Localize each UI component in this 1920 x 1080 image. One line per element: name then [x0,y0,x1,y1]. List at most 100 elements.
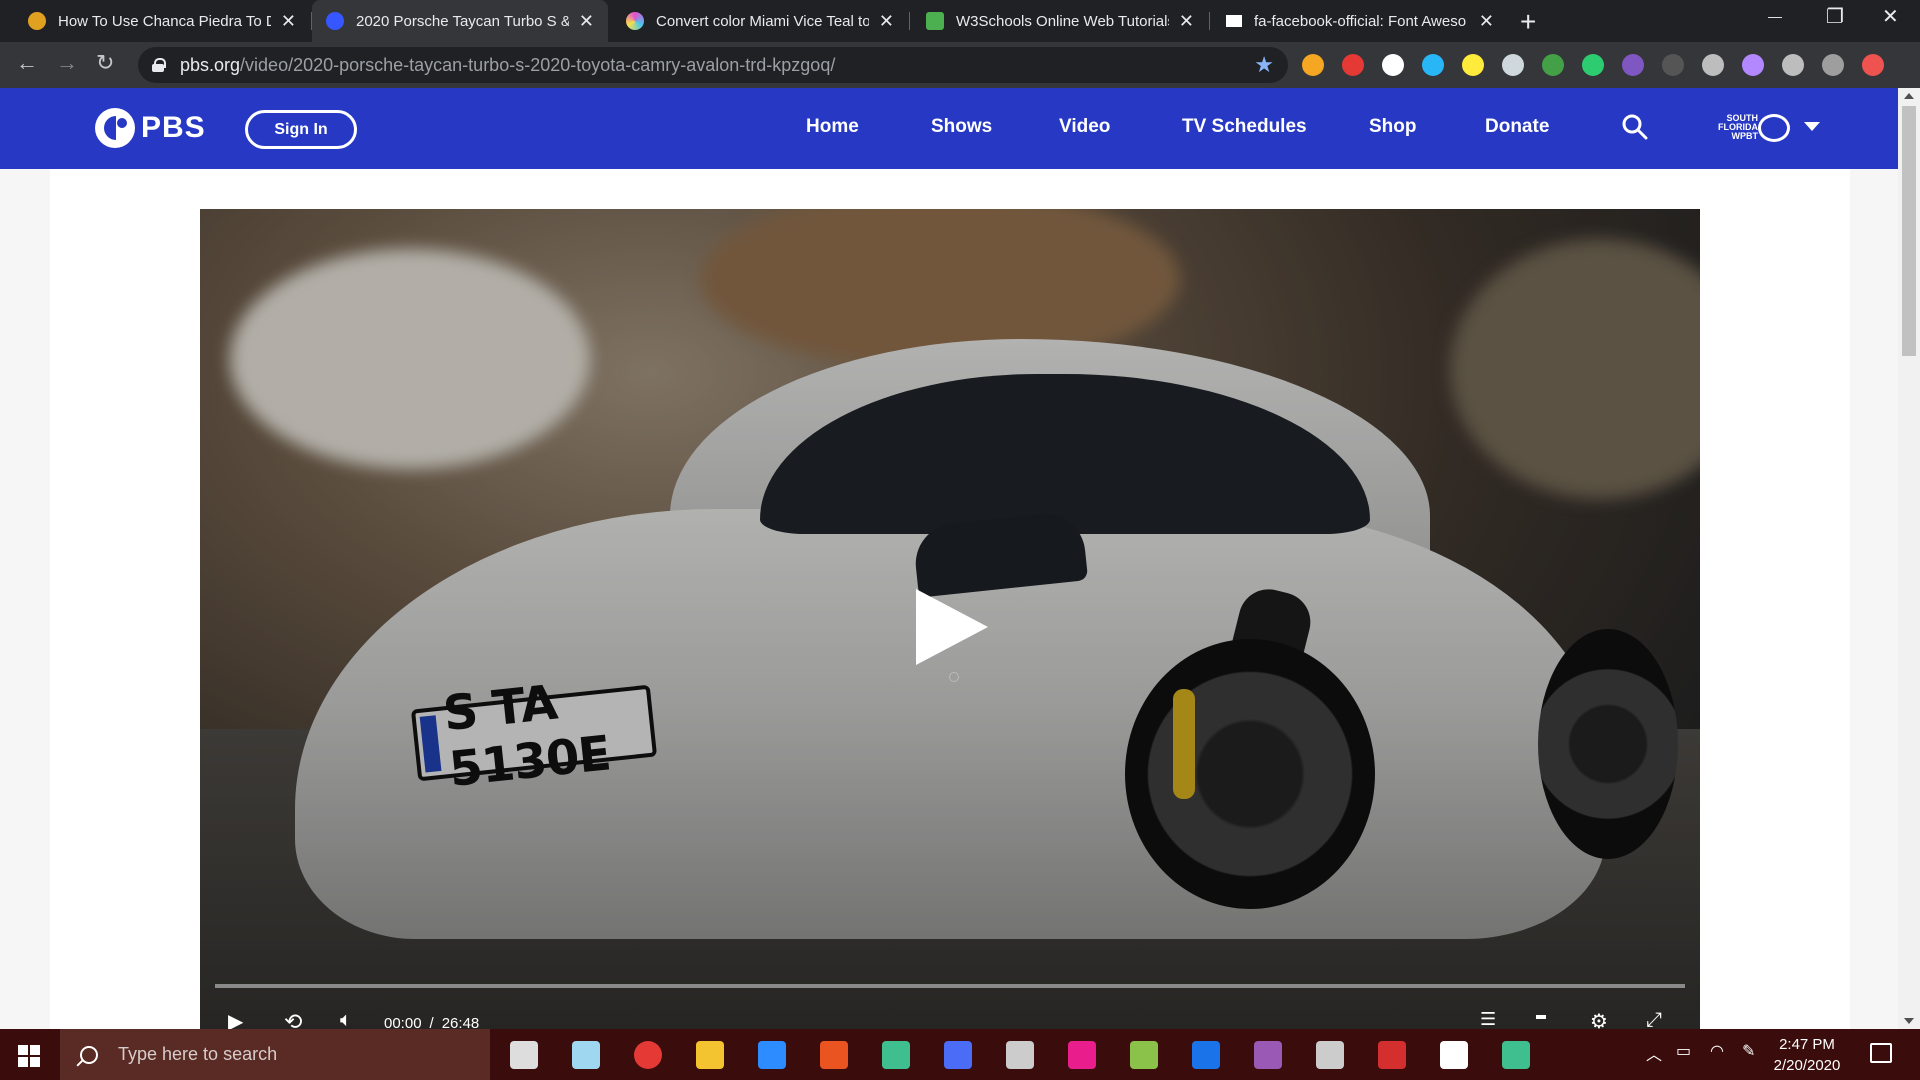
search-icon[interactable] [1622,114,1648,140]
taskbar-app-icon[interactable] [1192,1041,1220,1069]
close-tab-icon[interactable]: ✕ [1179,11,1194,32]
taskbar-app-icon[interactable] [882,1041,910,1069]
address-bar[interactable]: pbs.org /video/2020-porsche-taycan-turbo… [138,47,1288,83]
nav-video[interactable]: Video [1059,116,1110,138]
close-tab-icon[interactable]: ✕ [1479,11,1494,32]
back-arrow-icon[interactable]: ← [16,50,38,76]
browser-extension-icon[interactable] [1822,54,1844,76]
scrollbar-thumb[interactable] [1902,106,1916,356]
browser-extension-icon[interactable] [1662,54,1684,76]
taskbar-app-icon[interactable] [634,1041,662,1069]
nav-shop[interactable]: Shop [1369,116,1417,138]
browser-extension-icon[interactable] [1582,54,1604,76]
url-path: /video/2020-porsche-taycan-turbo-s-2020-… [240,54,836,75]
big-play-icon[interactable] [916,589,988,665]
scroll-up-arrow-icon[interactable] [1904,93,1914,99]
rewind-icon[interactable]: ⟲ [284,1009,302,1029]
nav-donate[interactable]: Donate [1485,116,1549,138]
system-clock[interactable]: 2:47 PM 2/20/2020 [1762,1034,1852,1076]
station-selector[interactable]: SOUTH FLORIDA WPBT [1712,110,1822,150]
taskbar-app-icon[interactable] [820,1041,848,1069]
station-logo-icon [1758,114,1790,142]
browser-extension-icon[interactable] [1342,54,1364,76]
browser-extension-icon[interactable] [1622,54,1644,76]
fullscreen-icon[interactable]: ⤢ [1646,1009,1662,1029]
notification-center-icon[interactable] [1870,1043,1892,1063]
windows-taskbar: Type here to search ︿ ▭ ◠ ✎ 2:47 PM 2/20… [0,1029,1920,1080]
pbs-site-header: PBS Sign In Home Shows Video TV Schedule… [0,88,1898,169]
browser-extension-icon[interactable] [1782,54,1804,76]
taskbar-app-icon[interactable] [1130,1041,1158,1069]
taskbar-app-icon[interactable] [1006,1041,1034,1069]
time-separator: / [429,1015,434,1029]
settings-gear-icon[interactable]: ⚙ [1590,1009,1608,1029]
taskbar-app-icon[interactable] [1068,1041,1096,1069]
sign-in-button[interactable]: Sign In [245,110,357,149]
browser-extension-icon[interactable] [1702,54,1724,76]
nav-shows[interactable]: Shows [931,116,992,138]
close-tab-icon[interactable]: ✕ [579,11,594,32]
browser-extension-icon[interactable] [1422,54,1444,76]
loading-indicator [949,672,959,682]
browser-tab-strip: How To Use Chanca Piedra To Di ✕ 2020 Po… [0,0,1920,42]
scroll-down-arrow-icon[interactable] [1904,1018,1914,1024]
taskbar-app-icon[interactable] [944,1041,972,1069]
play-icon[interactable]: ▶ [228,1009,243,1029]
browser-extension-icon[interactable] [1542,54,1564,76]
wifi-icon[interactable]: ◠ [1710,1041,1724,1061]
station-line: WPBT [1731,131,1759,141]
progress-bar[interactable] [215,984,1685,988]
minimize-button[interactable]: — [1768,8,1782,24]
pen-icon[interactable]: ✎ [1742,1041,1755,1061]
new-tab-button[interactable]: + [1520,6,1536,38]
flag-favicon-icon [1226,15,1242,27]
battery-icon[interactable]: ▭ [1676,1041,1691,1061]
tab-title: How To Use Chanca Piedra To Di [58,12,271,30]
video-player[interactable]: S TA 5130E ▶ ⟲ 🔈︎ 00:00/26:48 ☰ ⚙ ⤢ [200,209,1700,1029]
reload-icon[interactable]: ↻ [96,50,114,76]
taskbar-app-icon[interactable] [510,1041,538,1069]
nav-home[interactable]: Home [806,116,859,138]
bookmark-star-icon[interactable]: ★ [1254,52,1274,78]
browser-extension-icon[interactable] [1462,54,1484,76]
taskbar-app-icon[interactable] [758,1041,786,1069]
browser-extension-icon[interactable] [1862,54,1884,76]
show-hidden-icons-chevron-icon[interactable]: ︿ [1646,1041,1662,1065]
browser-extension-icon[interactable] [1742,54,1764,76]
browser-extension-icon[interactable] [1302,54,1324,76]
taskbar-app-icon[interactable] [1254,1041,1282,1069]
close-tab-icon[interactable]: ✕ [281,11,296,32]
windows-start-icon[interactable] [18,1045,40,1067]
transcript-icon[interactable]: ☰ [1480,1009,1496,1029]
time-display: 00:00 / 26:48 [380,1015,483,1029]
browser-tab-4[interactable]: W3Schools Online Web Tutorials ✕ [912,0,1208,42]
lock-icon [152,58,166,72]
taskbar-app-icon[interactable] [696,1041,724,1069]
taskbar-app-icon[interactable] [572,1041,600,1069]
browser-extension-icon[interactable] [1502,54,1524,76]
forward-arrow-icon[interactable]: → [56,50,78,76]
volume-icon[interactable]: 🔈︎ [340,1009,352,1029]
taskbar-app-icon[interactable] [1440,1041,1468,1069]
pbs-logo[interactable]: PBS [95,108,206,148]
browser-tab-3[interactable]: Convert color Miami Vice Teal to ✕ [612,0,908,42]
nav-tv-schedules[interactable]: TV Schedules [1182,116,1307,138]
closed-captions-icon[interactable] [1536,1015,1546,1019]
browser-tab-5[interactable]: fa-facebook-official: Font Aweso ✕ [1212,0,1508,42]
browser-tab-2[interactable]: 2020 Porsche Taycan Turbo S & 2 ✕ [312,0,608,42]
station-name: SOUTH FLORIDA WPBT [1712,114,1758,141]
close-window-button[interactable]: ✕ [1882,4,1899,29]
duration: 26:48 [441,1015,480,1029]
taskbar-app-icon[interactable] [1378,1041,1406,1069]
close-tab-icon[interactable]: ✕ [879,11,894,32]
page-scrollbar[interactable] [1898,88,1920,1029]
taskbar-search-box[interactable]: Type here to search [60,1029,490,1080]
maximize-button[interactable]: ❐ [1826,4,1844,29]
browser-extension-icon[interactable] [1382,54,1404,76]
browser-toolbar: ← → ↻ pbs.org /video/2020-porsche-taycan… [0,42,1920,88]
taskbar-app-icon[interactable] [1502,1041,1530,1069]
browser-tab-1[interactable]: How To Use Chanca Piedra To Di ✕ [14,0,310,42]
pbs-head-icon [95,108,135,148]
taskbar-app-icon[interactable] [1316,1041,1344,1069]
search-icon [80,1045,98,1064]
